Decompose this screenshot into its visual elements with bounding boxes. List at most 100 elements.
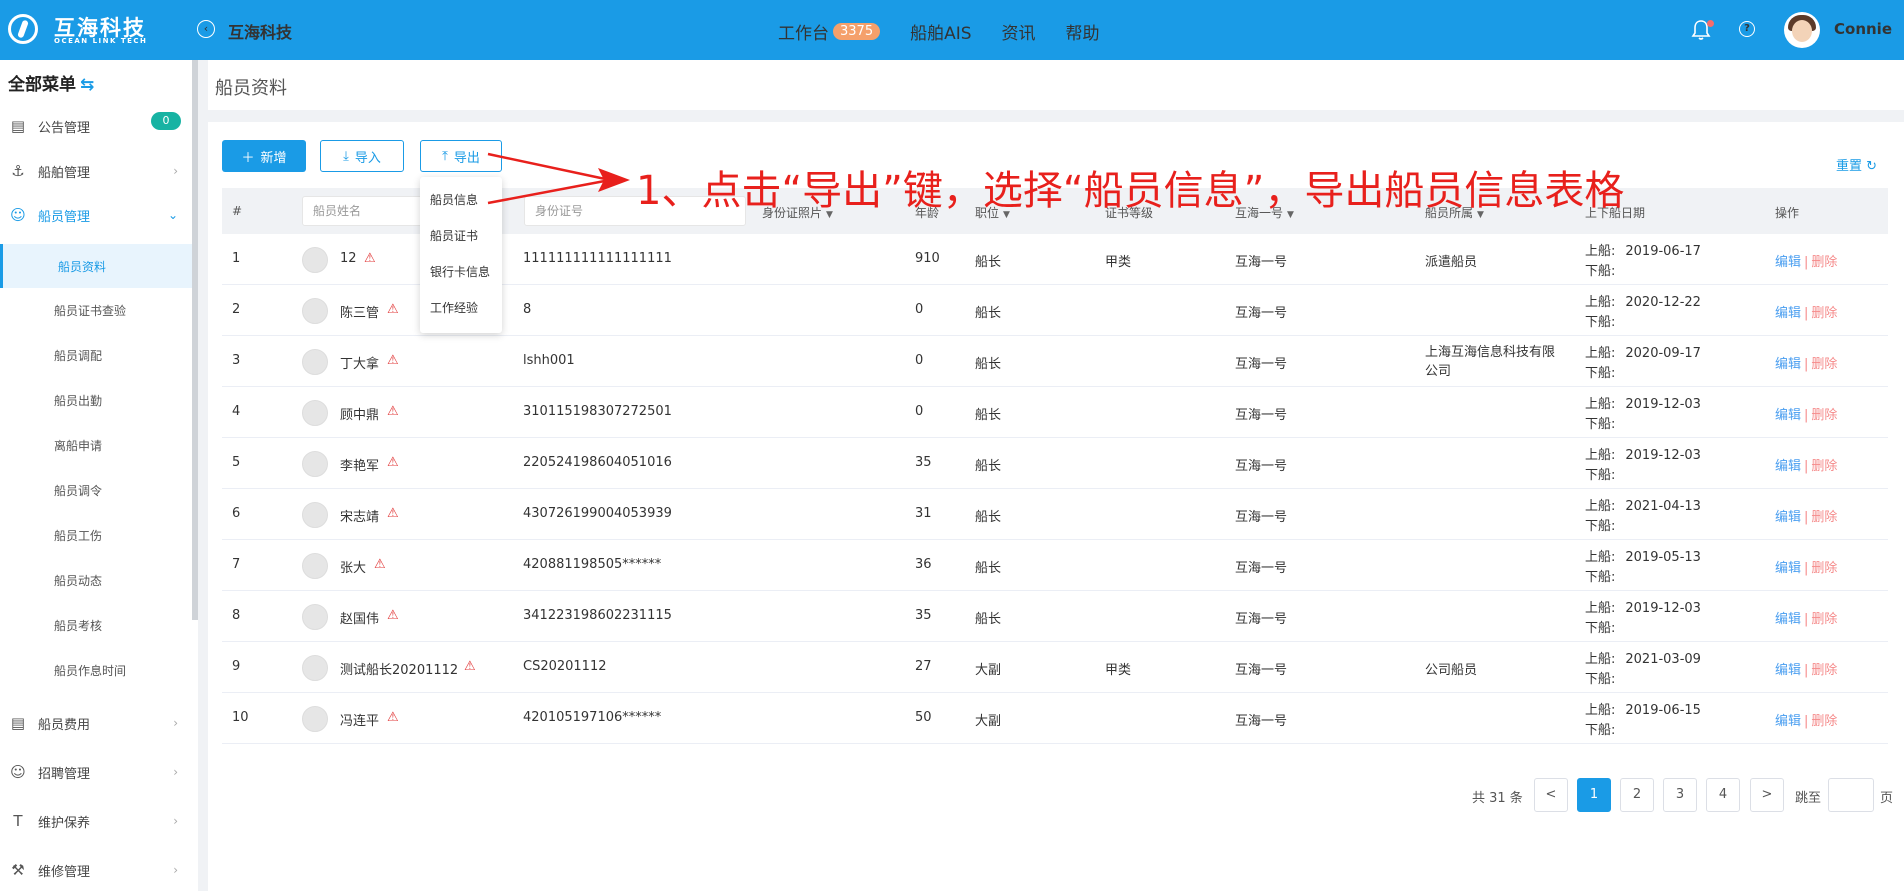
pagination-jump-label: 跳至 [1795, 791, 1822, 806]
crew-belong: 公司船员 [1425, 663, 1478, 678]
nav-help[interactable]: 帮助 [1066, 19, 1100, 44]
delete-link[interactable]: 删除 [1811, 408, 1837, 423]
export-work-experience-option[interactable]: 工作经验 [430, 299, 478, 316]
warning-icon[interactable]: ⚠ [364, 252, 378, 265]
warning-icon[interactable]: ⚠ [387, 507, 401, 520]
ship-name: 互海一号 [1235, 255, 1288, 270]
sidebar-sub-assessment[interactable]: 船员考核 [0, 603, 192, 647]
board-date-value: 2019-12-03 [1625, 601, 1701, 616]
edit-link[interactable]: 编辑 [1775, 510, 1801, 525]
sidebar-sub-transfer-order[interactable]: 船员调令 [0, 468, 192, 512]
sidebar-sub-crew-allocation[interactable]: 船员调配 [0, 333, 192, 377]
nav-news[interactable]: 资讯 [1002, 19, 1036, 44]
delete-link[interactable]: 删除 [1811, 561, 1837, 576]
top-nav: 工作台 3375 船舶AIS 资讯 帮助 [778, 18, 1130, 44]
edit-link[interactable]: 编辑 [1775, 663, 1801, 678]
delete-link[interactable]: 删除 [1811, 255, 1837, 270]
pagination-page-4[interactable]: 4 [1706, 778, 1740, 812]
edit-link[interactable]: 编辑 [1775, 714, 1801, 729]
sidebar-sub-cert-check[interactable]: 船员证书查验 [0, 288, 192, 332]
action-separator: | [1804, 510, 1809, 525]
sidebar-item-maintenance[interactable]: T 维护保养 › [0, 799, 192, 843]
age: 0 [915, 353, 924, 368]
warning-icon[interactable]: ⚠ [387, 456, 401, 469]
ship-name: 互海一号 [1235, 357, 1288, 372]
crew-belong: 上海互海信息科技有限 [1425, 345, 1556, 360]
username[interactable]: Connie [1834, 20, 1892, 38]
warning-icon[interactable]: ⚠ [387, 405, 401, 418]
add-button[interactable]: ＋ 新增 [222, 140, 306, 172]
row-actions: 编辑 | 删除 [1775, 302, 1837, 321]
export-crew-info-option[interactable]: 船员信息 [430, 191, 478, 208]
action-separator: | [1804, 612, 1809, 627]
nav-workbench[interactable]: 工作台 3375 [778, 19, 881, 44]
edit-link[interactable]: 编辑 [1775, 612, 1801, 627]
sidebar-sub-crew-profile[interactable]: 船员资料 [0, 244, 192, 288]
pagination-page-3[interactable]: 3 [1663, 778, 1697, 812]
edit-link[interactable]: 编辑 [1775, 408, 1801, 423]
delete-link[interactable]: 删除 [1811, 357, 1837, 372]
sidebar-item-crew[interactable]: ☺ 船员管理 ⌄ [0, 193, 192, 237]
edit-link[interactable]: 编辑 [1775, 561, 1801, 576]
sidebar-item-recruitment[interactable]: ☺ 招聘管理 › [0, 750, 192, 794]
delete-link[interactable]: 删除 [1811, 612, 1837, 627]
sidebar-item-ships[interactable]: ⚓ 船舶管理 › [0, 149, 192, 193]
row-actions: 编辑 | 删除 [1775, 608, 1837, 627]
action-separator: | [1804, 714, 1809, 729]
help-icon[interactable]: ? [1739, 21, 1755, 37]
delete-link[interactable]: 删除 [1811, 306, 1837, 321]
warning-icon[interactable]: ⚠ [464, 660, 478, 673]
board-label: 上船: [1585, 397, 1616, 412]
board-date: 上船: 2019-12-03 [1585, 393, 1701, 412]
delete-link[interactable]: 删除 [1811, 663, 1837, 678]
delete-link[interactable]: 删除 [1811, 510, 1837, 525]
warning-icon[interactable]: ⚠ [387, 303, 401, 316]
sidebar-item-repair[interactable]: ⚒ 维修管理 › [0, 848, 192, 891]
export-crew-cert-option[interactable]: 船员证书 [430, 227, 478, 244]
sidebar-sub-leave-request[interactable]: 离船申请 [0, 423, 192, 467]
swap-icon[interactable]: ⇆ [80, 75, 94, 95]
edit-link[interactable]: 编辑 [1775, 459, 1801, 474]
warning-icon[interactable]: ⚠ [387, 609, 401, 622]
workbench-count-badge: 3375 [833, 22, 881, 40]
sidebar-sub-work-injury[interactable]: 船员工伤 [0, 513, 192, 557]
sidebar-item-label: 公告管理 [38, 120, 91, 136]
sidebar-sub-attendance[interactable]: 船员出勤 [0, 378, 192, 422]
export-bank-card-option[interactable]: 银行卡信息 [430, 263, 490, 280]
logo[interactable]: 互海科技 OCEAN LINK TECH [8, 12, 168, 48]
user-icon: ☺ [10, 206, 26, 224]
pagination-prev[interactable]: < [1534, 778, 1568, 812]
board-label: 上船: [1585, 652, 1616, 667]
book-icon: ▤ [10, 117, 26, 135]
crew-avatar [302, 349, 328, 375]
edit-link[interactable]: 编辑 [1775, 255, 1801, 270]
pagination-page-1[interactable]: 1 [1577, 778, 1611, 812]
sidebar: 全部菜单 ⇆ ▤ 公告管理 0 ⚓ 船舶管理 › ☺ 船员管理 ⌄ 船员资料 船员… [0, 60, 198, 891]
delete-link[interactable]: 删除 [1811, 714, 1837, 729]
id-number: 341223198602231115 [523, 608, 672, 623]
all-menu-title[interactable]: 全部菜单 ⇆ [8, 70, 94, 95]
pagination-next[interactable]: > [1750, 778, 1784, 812]
edit-link[interactable]: 编辑 [1775, 357, 1801, 372]
warning-icon[interactable]: ⚠ [387, 354, 401, 367]
reset-button[interactable]: 重置 ↻ [1836, 155, 1877, 174]
position: 船长 [975, 357, 1002, 372]
warning-icon[interactable]: ⚠ [387, 711, 401, 724]
id-number: lshh001 [523, 353, 575, 368]
user-avatar[interactable] [1784, 12, 1820, 48]
warning-icon[interactable]: ⚠ [374, 558, 388, 571]
import-button[interactable]: ⤓ 导入 [320, 140, 404, 172]
back-icon[interactable]: ‹ [197, 20, 215, 38]
sidebar-sub-work-rest[interactable]: 船员作息时间 [0, 648, 192, 692]
sidebar-item-crew-cost[interactable]: ▤ 船员费用 › [0, 701, 192, 745]
ship-name: 互海一号 [1235, 561, 1288, 576]
leave-date: 下船: [1585, 366, 1616, 381]
delete-link[interactable]: 删除 [1811, 459, 1837, 474]
sidebar-sub-crew-status[interactable]: 船员动态 [0, 558, 192, 602]
pagination-jump-input[interactable] [1828, 778, 1874, 812]
nav-ship-ais[interactable]: 船舶AIS [910, 19, 971, 44]
sidebar-scrollbar[interactable] [192, 60, 198, 620]
pagination-page-2[interactable]: 2 [1620, 778, 1654, 812]
board-date-value: 2021-03-09 [1625, 652, 1701, 667]
edit-link[interactable]: 编辑 [1775, 306, 1801, 321]
